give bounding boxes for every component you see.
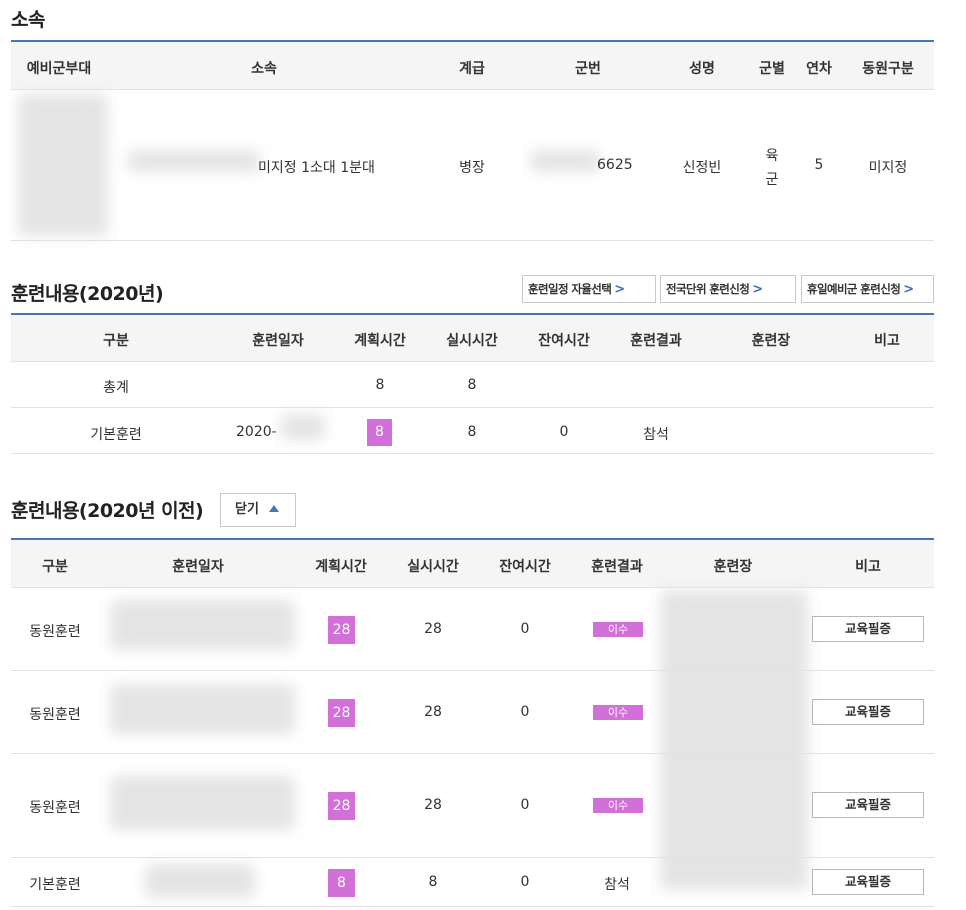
redacted-date (281, 414, 325, 440)
col-header-date: 훈련일자 (172, 559, 224, 575)
col-header-reserve-unit: 예비군부대 (26, 61, 92, 77)
divider (11, 89, 934, 90)
row-2-type: 동원훈련 (29, 707, 81, 723)
caret-up-icon (268, 505, 279, 512)
planned-hours-highlight: 28 (328, 699, 355, 727)
planned-hours-highlight: 28 (328, 792, 355, 820)
row-3-type: 동원훈련 (29, 800, 81, 816)
education-certificate-button[interactable]: 교육필증 (812, 869, 924, 895)
planned-hours-highlight: 8 (328, 869, 355, 897)
row-1-actual: 28 (424, 621, 442, 637)
col-header-rank: 계급 (459, 61, 485, 77)
row-basic-actual: 8 (467, 424, 477, 440)
holiday-reserve-training-apply-button[interactable]: 휴일예비군 훈련신청 > (801, 275, 934, 303)
col-header-actual: 실시시간 (446, 333, 498, 349)
divider (11, 453, 934, 454)
col-header-site: 훈련장 (713, 559, 753, 575)
row-total-actual: 8 (467, 377, 477, 393)
col-header-affiliation: 소속 (251, 61, 277, 77)
nationwide-training-apply-button[interactable]: 전국단위 훈련신청 > (660, 275, 796, 303)
row-total-planned: 8 (375, 377, 385, 393)
col-header-planned: 계획시간 (354, 333, 406, 349)
chevron-right-icon: > (752, 282, 763, 297)
divider (11, 361, 934, 362)
education-certificate-button[interactable]: 교육필증 (812, 616, 924, 642)
row-basic-result: 참석 (643, 427, 669, 443)
redacted-date (110, 600, 295, 650)
col-header-result: 훈련결과 (630, 333, 682, 349)
section-title-training-2020: 훈련내용(2020년) (11, 283, 164, 305)
col-header-actual: 실시시간 (407, 559, 459, 575)
col-header-result: 훈련결과 (591, 559, 643, 575)
row-1-type: 동원훈련 (29, 624, 81, 640)
row-4-actual: 8 (428, 874, 438, 890)
mobilization-value: 미지정 (868, 160, 908, 176)
divider (11, 906, 934, 907)
name-value: 신정빈 (682, 160, 722, 176)
button-label: 휴일예비군 훈련신청 (807, 282, 901, 296)
planned-hours-highlight: 8 (367, 419, 392, 446)
divider (11, 587, 934, 588)
year-value: 5 (814, 157, 824, 173)
col-header-type: 구분 (103, 333, 129, 349)
row-4-result: 참석 (604, 877, 630, 893)
redacted-site-column (660, 590, 808, 890)
row-2-remaining: 0 (520, 704, 530, 720)
col-header-date: 훈련일자 (252, 333, 304, 349)
divider (11, 240, 934, 241)
service-number-value: 6625 (597, 157, 633, 173)
redacted-affiliation-prefix (128, 150, 260, 172)
row-1-remaining: 0 (520, 621, 530, 637)
result-badge: 이수 (593, 798, 643, 813)
education-certificate-button[interactable]: 교육필증 (812, 699, 924, 725)
planned-hours-highlight: 28 (328, 616, 355, 644)
branch-value-top: 육 (765, 148, 779, 164)
button-label: 전국단위 훈련신청 (666, 282, 750, 296)
chevron-right-icon: > (614, 282, 625, 297)
col-header-service-number: 군번 (575, 61, 601, 77)
redacted-service-number (530, 150, 600, 172)
row-3-remaining: 0 (520, 797, 530, 813)
col-header-note: 비고 (855, 559, 881, 575)
row-3-actual: 28 (424, 797, 442, 813)
col-header-year: 연차 (806, 61, 832, 77)
divider (11, 407, 934, 408)
col-header-remaining: 잔여시간 (499, 559, 551, 575)
collapse-button[interactable]: 닫기 (220, 493, 296, 527)
redacted-date (110, 776, 295, 830)
col-header-site: 훈련장 (751, 333, 791, 349)
col-header-planned: 계획시간 (315, 559, 367, 575)
divider (11, 857, 934, 858)
rank-value: 병장 (459, 160, 485, 176)
divider (11, 670, 934, 671)
row-basic-remaining: 0 (559, 424, 569, 440)
schedule-self-select-button[interactable]: 훈련일정 자율선택 > (522, 275, 656, 303)
affiliation-value: 미지정 1소대 1분대 (258, 160, 375, 176)
row-basic-type: 기본훈련 (90, 427, 142, 443)
divider (11, 753, 934, 754)
result-badge: 이수 (593, 705, 643, 720)
section-title-affiliation: 소속 (11, 9, 45, 31)
col-header-branch: 군별 (759, 61, 785, 77)
row-4-type: 기본훈련 (29, 877, 81, 893)
row-2-actual: 28 (424, 704, 442, 720)
col-header-remaining: 잔여시간 (538, 333, 590, 349)
button-label: 훈련일정 자율선택 (528, 282, 612, 296)
button-label: 닫기 (235, 502, 259, 517)
section-title-training-before-2020: 훈련내용(2020년 이전) (11, 500, 204, 522)
redacted-date (145, 864, 255, 898)
redacted-date (110, 684, 295, 734)
redacted-unit (18, 94, 108, 236)
result-badge: 이수 (593, 622, 643, 637)
education-certificate-button[interactable]: 교육필증 (812, 792, 924, 818)
branch-value-bottom: 군 (765, 172, 779, 188)
col-header-note: 비고 (874, 333, 900, 349)
col-header-type: 구분 (42, 559, 68, 575)
col-header-name: 성명 (689, 61, 715, 77)
col-header-mobilization: 동원구분 (862, 61, 914, 77)
row-4-remaining: 0 (520, 874, 530, 890)
row-total-type: 총계 (103, 380, 129, 396)
chevron-right-icon: > (903, 282, 914, 297)
